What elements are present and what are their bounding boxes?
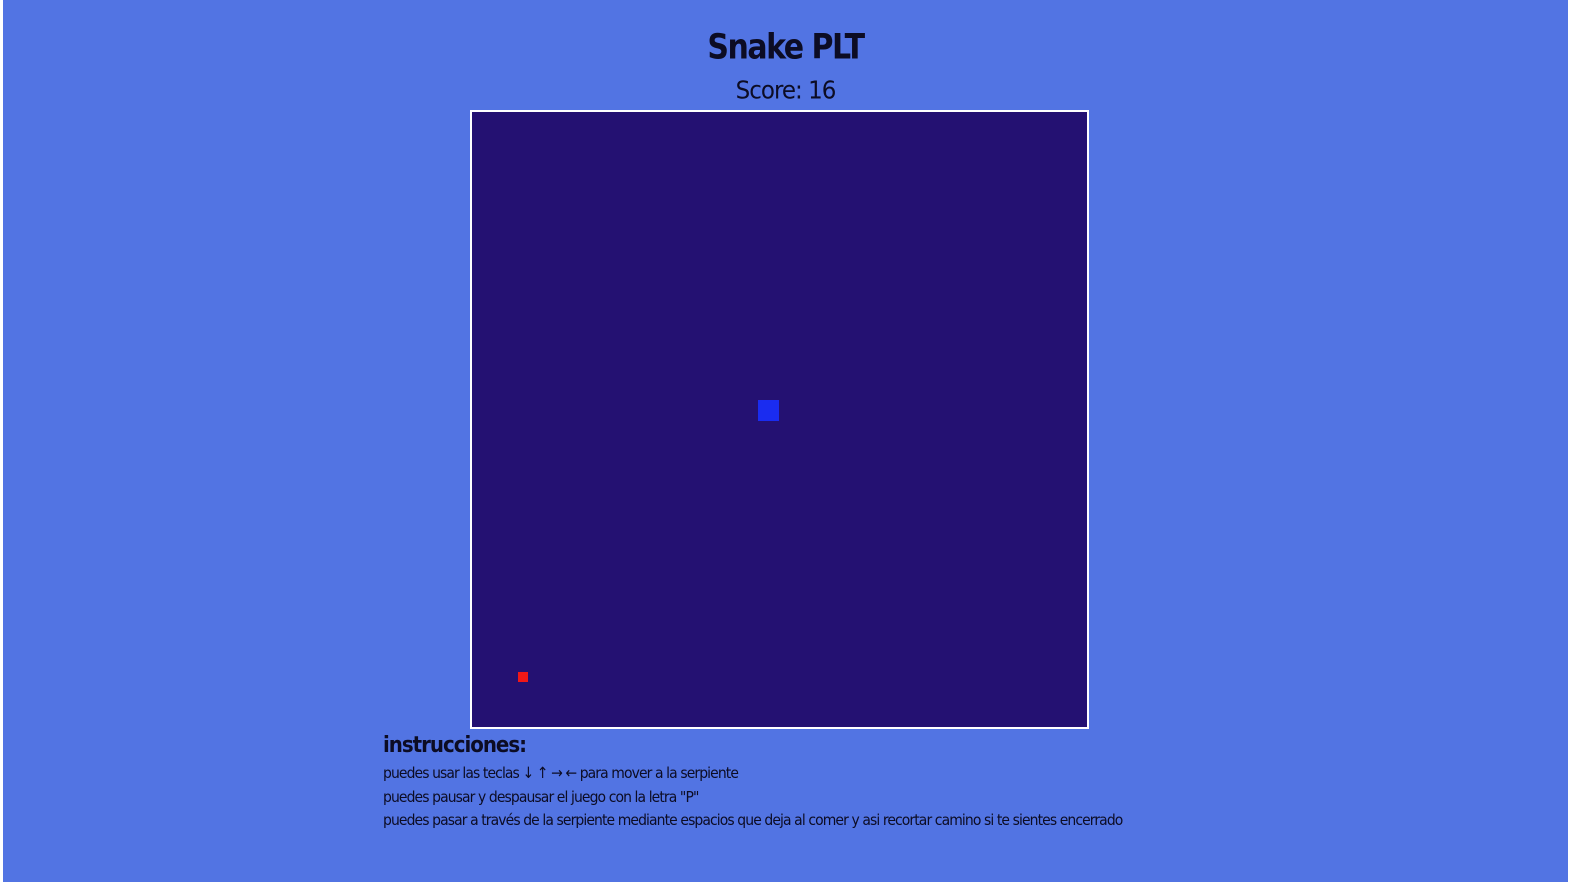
page-background: Snake PLT Score: 16 instrucciones: puede…	[3, 0, 1568, 882]
game-board[interactable]	[470, 110, 1089, 729]
instruction-line: puedes usar las teclas ↓ ↑ → ← para move…	[383, 764, 739, 782]
food-item	[518, 672, 528, 682]
instruction-line: puedes pasar a través de la serpiente me…	[383, 811, 1123, 829]
instructions-panel: instrucciones: puedes usar las teclas ↓ …	[383, 730, 1123, 833]
score-display: Score: 16	[735, 76, 837, 106]
instruction-line: puedes pausar y despausar el juego con l…	[383, 787, 699, 806]
snake-head	[758, 400, 779, 421]
instructions-heading: instrucciones:	[383, 733, 527, 758]
game-title: Snake PLT	[707, 27, 865, 68]
